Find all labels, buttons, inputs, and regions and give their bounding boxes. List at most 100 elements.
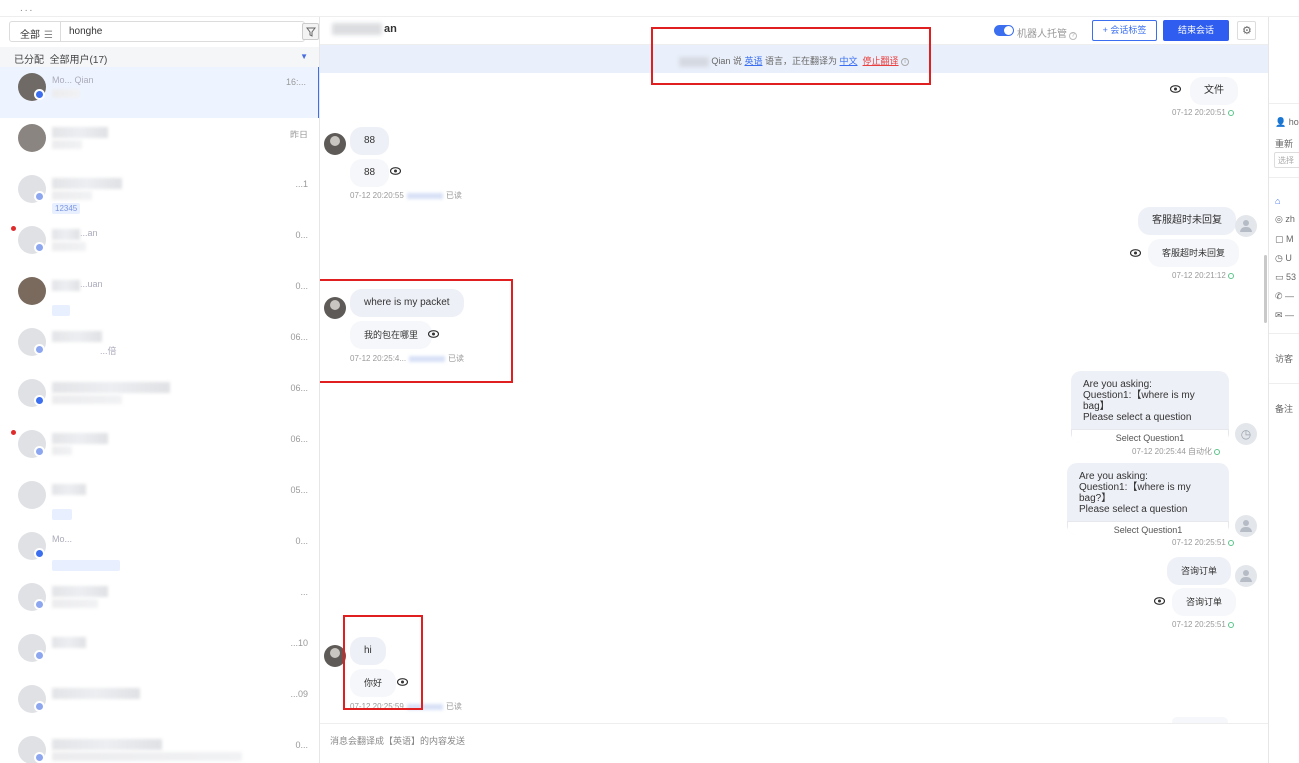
agent-message[interactable]: 咨询订单 — [1167, 557, 1232, 585]
sent-status-icon — [1214, 448, 1221, 455]
target-language-link[interactable]: 中文 — [840, 56, 858, 66]
customer-message[interactable]: 88 — [350, 127, 390, 155]
translated-message[interactable]: 88 — [350, 159, 390, 187]
refresh-label[interactable]: 重新 — [1275, 137, 1293, 150]
unread-dot — [11, 226, 16, 231]
conversation-item[interactable]: Mo... 0... — [0, 526, 319, 577]
scope-select[interactable]: 全部 ☰ — [9, 21, 61, 42]
blurred-name — [332, 23, 382, 36]
conversation-item[interactable]: ...uan 0... — [0, 271, 319, 322]
customer-message[interactable]: where is my packet — [350, 289, 464, 317]
message-composer[interactable]: 消息会翻译成【英语】的内容发送 — [320, 723, 1268, 763]
robot-toggle[interactable] — [994, 25, 1014, 36]
question-card-text: Are you asking: Question1:【where is my b… — [1079, 471, 1191, 515]
visitor-label: 访客 — [1275, 354, 1294, 364]
agent-avatar — [1235, 565, 1257, 587]
source-language-link[interactable]: 英语 — [744, 56, 762, 66]
conversation-item[interactable]: 12345 ...1 — [0, 169, 319, 220]
id-row: ▭ 53 — [1275, 272, 1297, 282]
channel-badge — [34, 89, 45, 100]
question-card: Are you asking: Question1:【where is my b… — [1071, 371, 1229, 443]
blurred-text — [406, 192, 443, 199]
conversation-item[interactable]: Mo... Qian 16:... — [0, 67, 319, 118]
channel-badge — [34, 344, 45, 355]
remark-label: 备注 — [1275, 404, 1294, 414]
conversation-time: ...09 — [290, 689, 308, 699]
select-input[interactable]: 选择 — [1274, 152, 1299, 168]
conversation-item[interactable]: 06... — [0, 373, 319, 424]
blurred-preview — [52, 752, 242, 761]
conversation-item[interactable]: ...09 — [0, 679, 319, 730]
eye-icon[interactable] — [1170, 85, 1181, 93]
question-card: Are you asking: Question1:【where is my b… — [1067, 463, 1229, 535]
customer-info-panel: 👤 ho 重新 选择 ⌂ ◎ zh ▢ M ◷ U ▭ 53 ✆ — ✉ — 访… — [1268, 17, 1299, 763]
conversation-item[interactable]: ...倍 06... — [0, 322, 319, 373]
agent-message[interactable]: 客服超时未回复 — [1138, 207, 1236, 235]
conversation-time: 06... — [290, 434, 308, 444]
end-session-button[interactable]: 结束会话 — [1163, 20, 1229, 41]
conversation-item[interactable]: 06... — [0, 424, 319, 475]
conversation-time: 06... — [290, 332, 308, 342]
translation-notice: Qian 说 英语 语言，正在翻译为 中文 停止翻译 i — [320, 45, 1268, 73]
stop-translation-link[interactable]: 停止翻译 — [863, 56, 899, 66]
chat-panel: an 机器人托管? + 会话标签 结束会话 ⚙ Qian 说 英语 语言，正在翻… — [320, 17, 1268, 763]
top-strip: ... — [0, 0, 1299, 17]
agent-avatar — [1235, 515, 1257, 537]
eye-icon[interactable] — [1130, 249, 1141, 257]
file-bubble[interactable]: 文件 — [1190, 77, 1238, 105]
translated-message[interactable]: 客服超时未回复 — [1148, 239, 1240, 267]
blurred-tag — [52, 305, 70, 316]
message-meta: 07-12 20:25:51 — [1172, 620, 1234, 629]
blurred-name — [52, 382, 170, 393]
help-icon: ? — [1069, 32, 1077, 40]
top-dots: ... — [20, 3, 35, 14]
conversation-item[interactable]: ...10 — [0, 628, 319, 679]
eye-icon[interactable] — [397, 678, 408, 686]
conversation-name: Mo... — [52, 534, 73, 544]
blurred-name — [52, 688, 140, 699]
filter-icon — [306, 27, 316, 37]
eye-icon[interactable] — [1154, 597, 1165, 605]
conversation-name: ...an — [80, 228, 98, 238]
conversation-tag: 12345 — [52, 203, 81, 214]
conversation-time: ... — [300, 587, 308, 597]
conversation-item[interactable]: 昨日 — [0, 118, 319, 169]
assigned-label: 已分配 — [14, 55, 44, 66]
translated-message[interactable]: 我的包在哪里 — [350, 321, 433, 349]
assigned-bar[interactable]: 已分配 全部用户(17) ▼ — [0, 47, 319, 67]
avatar — [18, 124, 46, 152]
conversation-item[interactable]: ... — [0, 577, 319, 628]
message-time: 07-12 20:25:51 — [1172, 538, 1226, 547]
conversation-time: ...1 — [295, 179, 308, 189]
settings-button[interactable]: ⚙ — [1237, 21, 1256, 40]
bot-avatar: ◷ — [1235, 423, 1257, 445]
message-time: 07-12 20:20:51 — [1172, 108, 1226, 117]
sent-status-icon — [1227, 621, 1234, 628]
conversation-time: 0... — [295, 536, 308, 546]
blurred-tag — [52, 509, 72, 520]
filter-button[interactable] — [302, 23, 319, 40]
message-meta: 07-12 20:21:12 — [1172, 271, 1234, 280]
channel-badge — [34, 446, 45, 457]
eye-icon[interactable] — [428, 330, 439, 338]
conversation-item[interactable]: 0... — [0, 730, 319, 763]
notice-prefix: Qian 说 — [711, 56, 742, 66]
search-input[interactable] — [60, 21, 305, 42]
robot-label-text: 机器人托管 — [1017, 29, 1067, 40]
eye-icon[interactable] — [390, 167, 401, 175]
translated-message[interactable]: 咨询订单 — [1172, 588, 1237, 616]
select-question-button[interactable]: Select Question1 — [1071, 429, 1229, 443]
translated-message[interactable]: 你好 — [350, 669, 397, 697]
customer-message[interactable]: hi — [350, 637, 386, 665]
message-meta: 07-12 20:20:55 已读 — [350, 190, 462, 201]
conversation-item[interactable]: ...an 0... — [0, 220, 319, 271]
conversation-time: 05... — [290, 485, 308, 495]
select-question-button[interactable]: Select Question1 — [1067, 521, 1229, 535]
sent-status-icon — [1227, 272, 1234, 279]
chat-scrollbar[interactable] — [1264, 255, 1267, 323]
device-value: M — [1286, 234, 1294, 244]
session-tag-button[interactable]: + 会话标签 — [1092, 20, 1157, 41]
conversation-item[interactable]: 05... — [0, 475, 319, 526]
read-status: 已读 — [445, 702, 462, 711]
message-meta: 07-12 20:20:51 — [1172, 108, 1234, 117]
